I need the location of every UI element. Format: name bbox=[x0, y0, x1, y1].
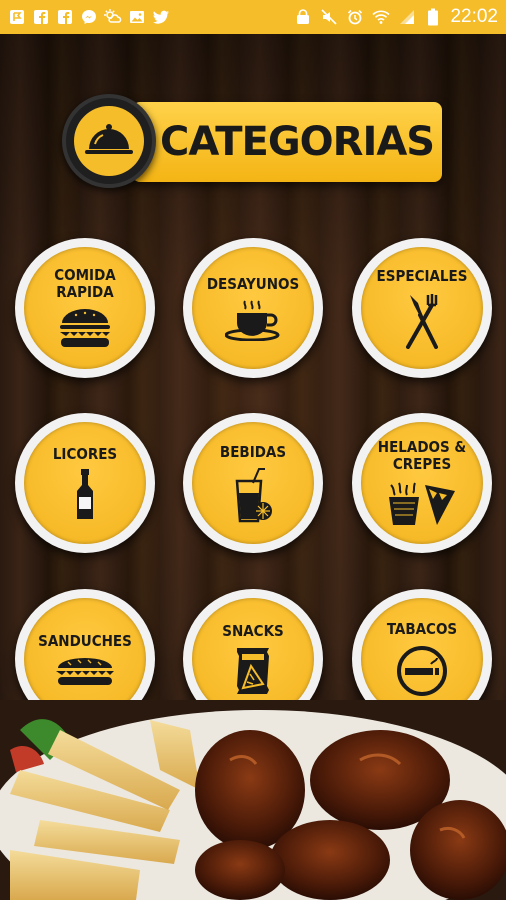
wifi-icon bbox=[372, 8, 391, 26]
category-label: SNACKS bbox=[222, 621, 284, 640]
title-bar: CATEGORIAS bbox=[132, 102, 442, 182]
status-bar: 22:02 bbox=[0, 0, 506, 34]
mute-icon bbox=[320, 8, 338, 26]
category-label: SANDUCHES bbox=[38, 631, 132, 650]
category-especiales[interactable]: ESPECIALES bbox=[352, 238, 492, 378]
category-desayunos[interactable]: DESAYUNOS bbox=[183, 238, 323, 378]
category-label: COMIDA RAPIDA bbox=[54, 266, 116, 301]
category-bebidas[interactable]: BEBIDAS bbox=[183, 413, 323, 553]
weather-icon bbox=[104, 8, 122, 26]
status-bar-notifications bbox=[8, 8, 170, 26]
category-comida-rapida[interactable]: COMIDA RAPIDA bbox=[15, 238, 155, 378]
category-label: ESPECIALES bbox=[376, 266, 468, 285]
facebook-icon bbox=[32, 8, 50, 26]
snack-bag-icon bbox=[237, 647, 269, 694]
category-label: BEBIDAS bbox=[219, 442, 287, 461]
ice-cream-crepe-icon bbox=[389, 482, 455, 525]
burger-icon bbox=[60, 309, 110, 347]
liquor-bottle-icon bbox=[77, 468, 93, 519]
food-photo bbox=[0, 700, 506, 900]
cigarette-icon bbox=[397, 645, 447, 696]
coffee-cup-icon bbox=[225, 299, 280, 341]
lock-icon bbox=[294, 8, 312, 26]
signal-icon bbox=[398, 8, 416, 26]
battery-icon bbox=[424, 8, 442, 26]
status-bar-system: 22:02 bbox=[294, 6, 498, 28]
serving-cloche-icon bbox=[85, 124, 133, 154]
category-label: DESAYUNOS bbox=[206, 274, 300, 293]
status-time: 22:02 bbox=[450, 6, 498, 27]
fork-knife-icon bbox=[406, 293, 438, 349]
category-label: LICORES bbox=[52, 444, 118, 463]
category-label: TABACOS bbox=[386, 619, 458, 638]
messenger-icon bbox=[80, 8, 98, 26]
twitter-icon bbox=[152, 8, 170, 26]
flag-notification-icon bbox=[8, 8, 26, 26]
category-label: HELADOS & CREPES bbox=[377, 438, 467, 473]
title-badge bbox=[62, 94, 156, 188]
page-title-banner: CATEGORIAS bbox=[62, 94, 446, 194]
page-title: CATEGORIAS bbox=[160, 119, 435, 165]
category-helados-crepes[interactable]: HELADOS & CREPES bbox=[352, 413, 492, 553]
category-licores[interactable]: LICORES bbox=[15, 413, 155, 553]
alarm-icon bbox=[346, 8, 364, 26]
gallery-icon bbox=[128, 8, 146, 26]
drink-glass-icon bbox=[235, 467, 272, 522]
sandwich-icon bbox=[56, 657, 114, 685]
facebook-square-icon bbox=[56, 8, 74, 26]
